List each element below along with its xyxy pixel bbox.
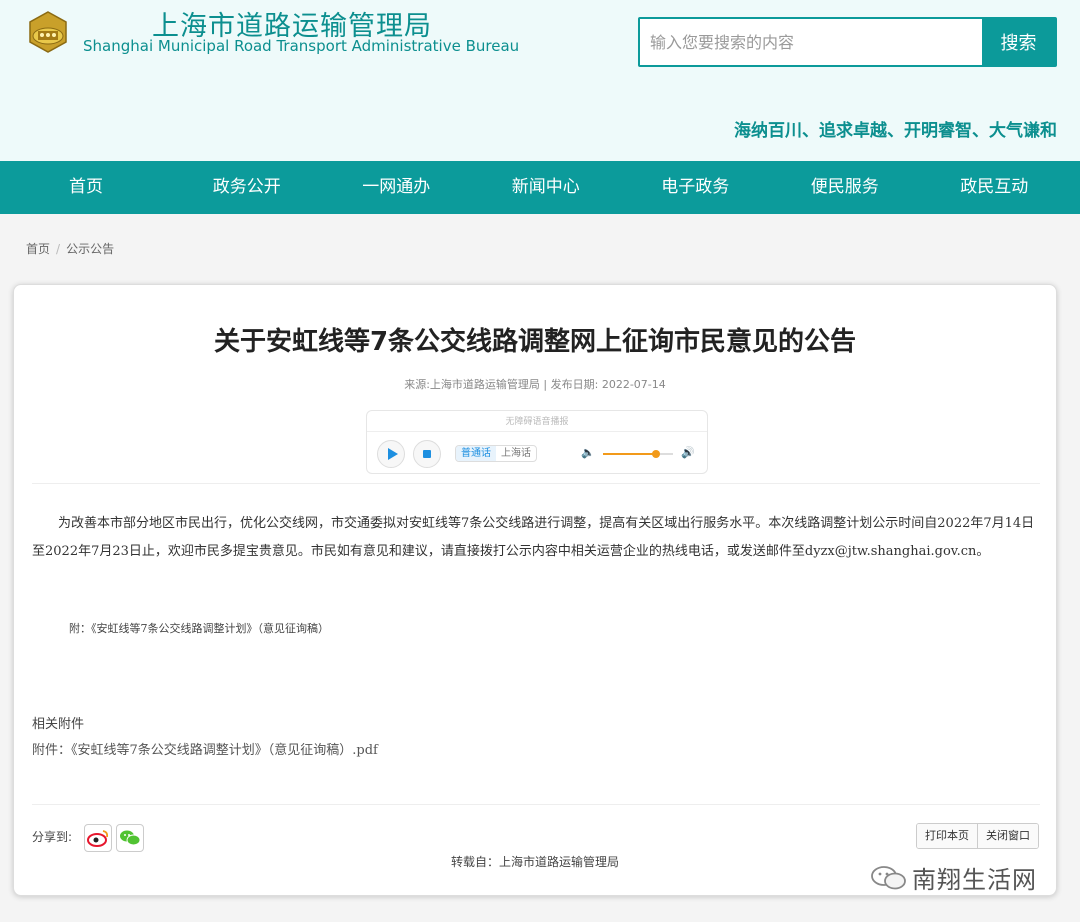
watermark: 南翔生活网 (870, 860, 1037, 895)
article-card: 关于安虹线等7条公交线路调整网上征询市民意见的公告 来源:上海市道路运输管理局 … (13, 284, 1057, 896)
wechat-watermark-icon (871, 865, 906, 889)
search-button[interactable]: 搜索 (982, 19, 1055, 65)
site-header: 上海市道路运输管理局 Shanghai Municipal Road Trans… (0, 0, 1080, 161)
player-hint: 无障碍语音播报 (367, 414, 707, 432)
divider (32, 483, 1040, 484)
language-toggle: 普通话 上海话 (455, 445, 537, 462)
weibo-share-icon[interactable] (84, 824, 112, 852)
bureau-logo-icon (29, 11, 67, 53)
article-body: 为改善本市部分地区市民出行，优化公交线网，市交通委拟对安虹线等7条公交线路进行调… (32, 516, 1035, 559)
volume-high-icon: 🔊 (681, 446, 695, 459)
lang-shanghai-button[interactable]: 上海话 (496, 446, 536, 461)
stop-button[interactable] (413, 440, 441, 468)
divider (32, 804, 1040, 805)
nav-item-government-affairs[interactable]: 政务公开 (172, 161, 322, 214)
nav-item-public-services[interactable]: 便民服务 (770, 161, 920, 214)
attachment-link[interactable]: 附件：《安虹线等7条公交线路调整计划》（意见征询稿）.pdf (32, 739, 378, 758)
wechat-share-icon[interactable] (116, 824, 144, 852)
article-title: 关于安虹线等7条公交线路调整网上征询市民意见的公告 (213, 327, 857, 357)
main-nav: 首页 政务公开 一网通办 新闻中心 电子政务 便民服务 政民互动 (0, 161, 1080, 214)
breadcrumb-separator: / (56, 242, 61, 256)
page-actions: 打印本页 关闭窗口 (916, 823, 1039, 849)
breadcrumb-current[interactable]: 公示公告 (66, 242, 114, 256)
attachment-note: 附：《安虹线等7条公交线路调整计划》（意见征询稿） (69, 622, 329, 635)
lang-mandarin-button[interactable]: 普通话 (456, 446, 496, 461)
nav-item-one-network[interactable]: 一网通办 (322, 161, 472, 214)
breadcrumb: 首页 / 公示公告 (26, 240, 114, 257)
nav-item-home[interactable]: 首页 (0, 161, 172, 214)
volume-low-icon: 🔈 (581, 446, 595, 459)
breadcrumb-home[interactable]: 首页 (26, 242, 50, 256)
volume-slider[interactable] (603, 450, 673, 458)
nav-item-news[interactable]: 新闻中心 (471, 161, 621, 214)
search-input[interactable] (640, 19, 984, 65)
play-button[interactable] (377, 440, 405, 468)
volume-fill (603, 453, 656, 455)
share-label: 分享到: (32, 830, 73, 844)
site-title-en: Shanghai Municipal Road Transport Admini… (83, 37, 520, 55)
article-meta: 来源:上海市道路运输管理局 | 发布日期: 2022-07-14 (404, 378, 666, 391)
nav-item-e-government[interactable]: 电子政务 (621, 161, 771, 214)
volume-knob[interactable] (651, 450, 660, 458)
nav-item-interaction[interactable]: 政民互动 (920, 161, 1070, 214)
search-box: 搜索 (638, 17, 1057, 67)
close-window-button[interactable]: 关闭窗口 (977, 824, 1038, 848)
watermark-text: 南翔生活网 (912, 866, 1037, 894)
voice-player: 无障碍语音播报 普通话 上海话 🔈 🔊 (366, 410, 708, 474)
related-attachments-title: 相关附件 (32, 717, 85, 732)
slogan: 海纳百川、追求卓越、开明睿智、大气谦和 (734, 121, 1057, 141)
print-button[interactable]: 打印本页 (917, 824, 977, 848)
